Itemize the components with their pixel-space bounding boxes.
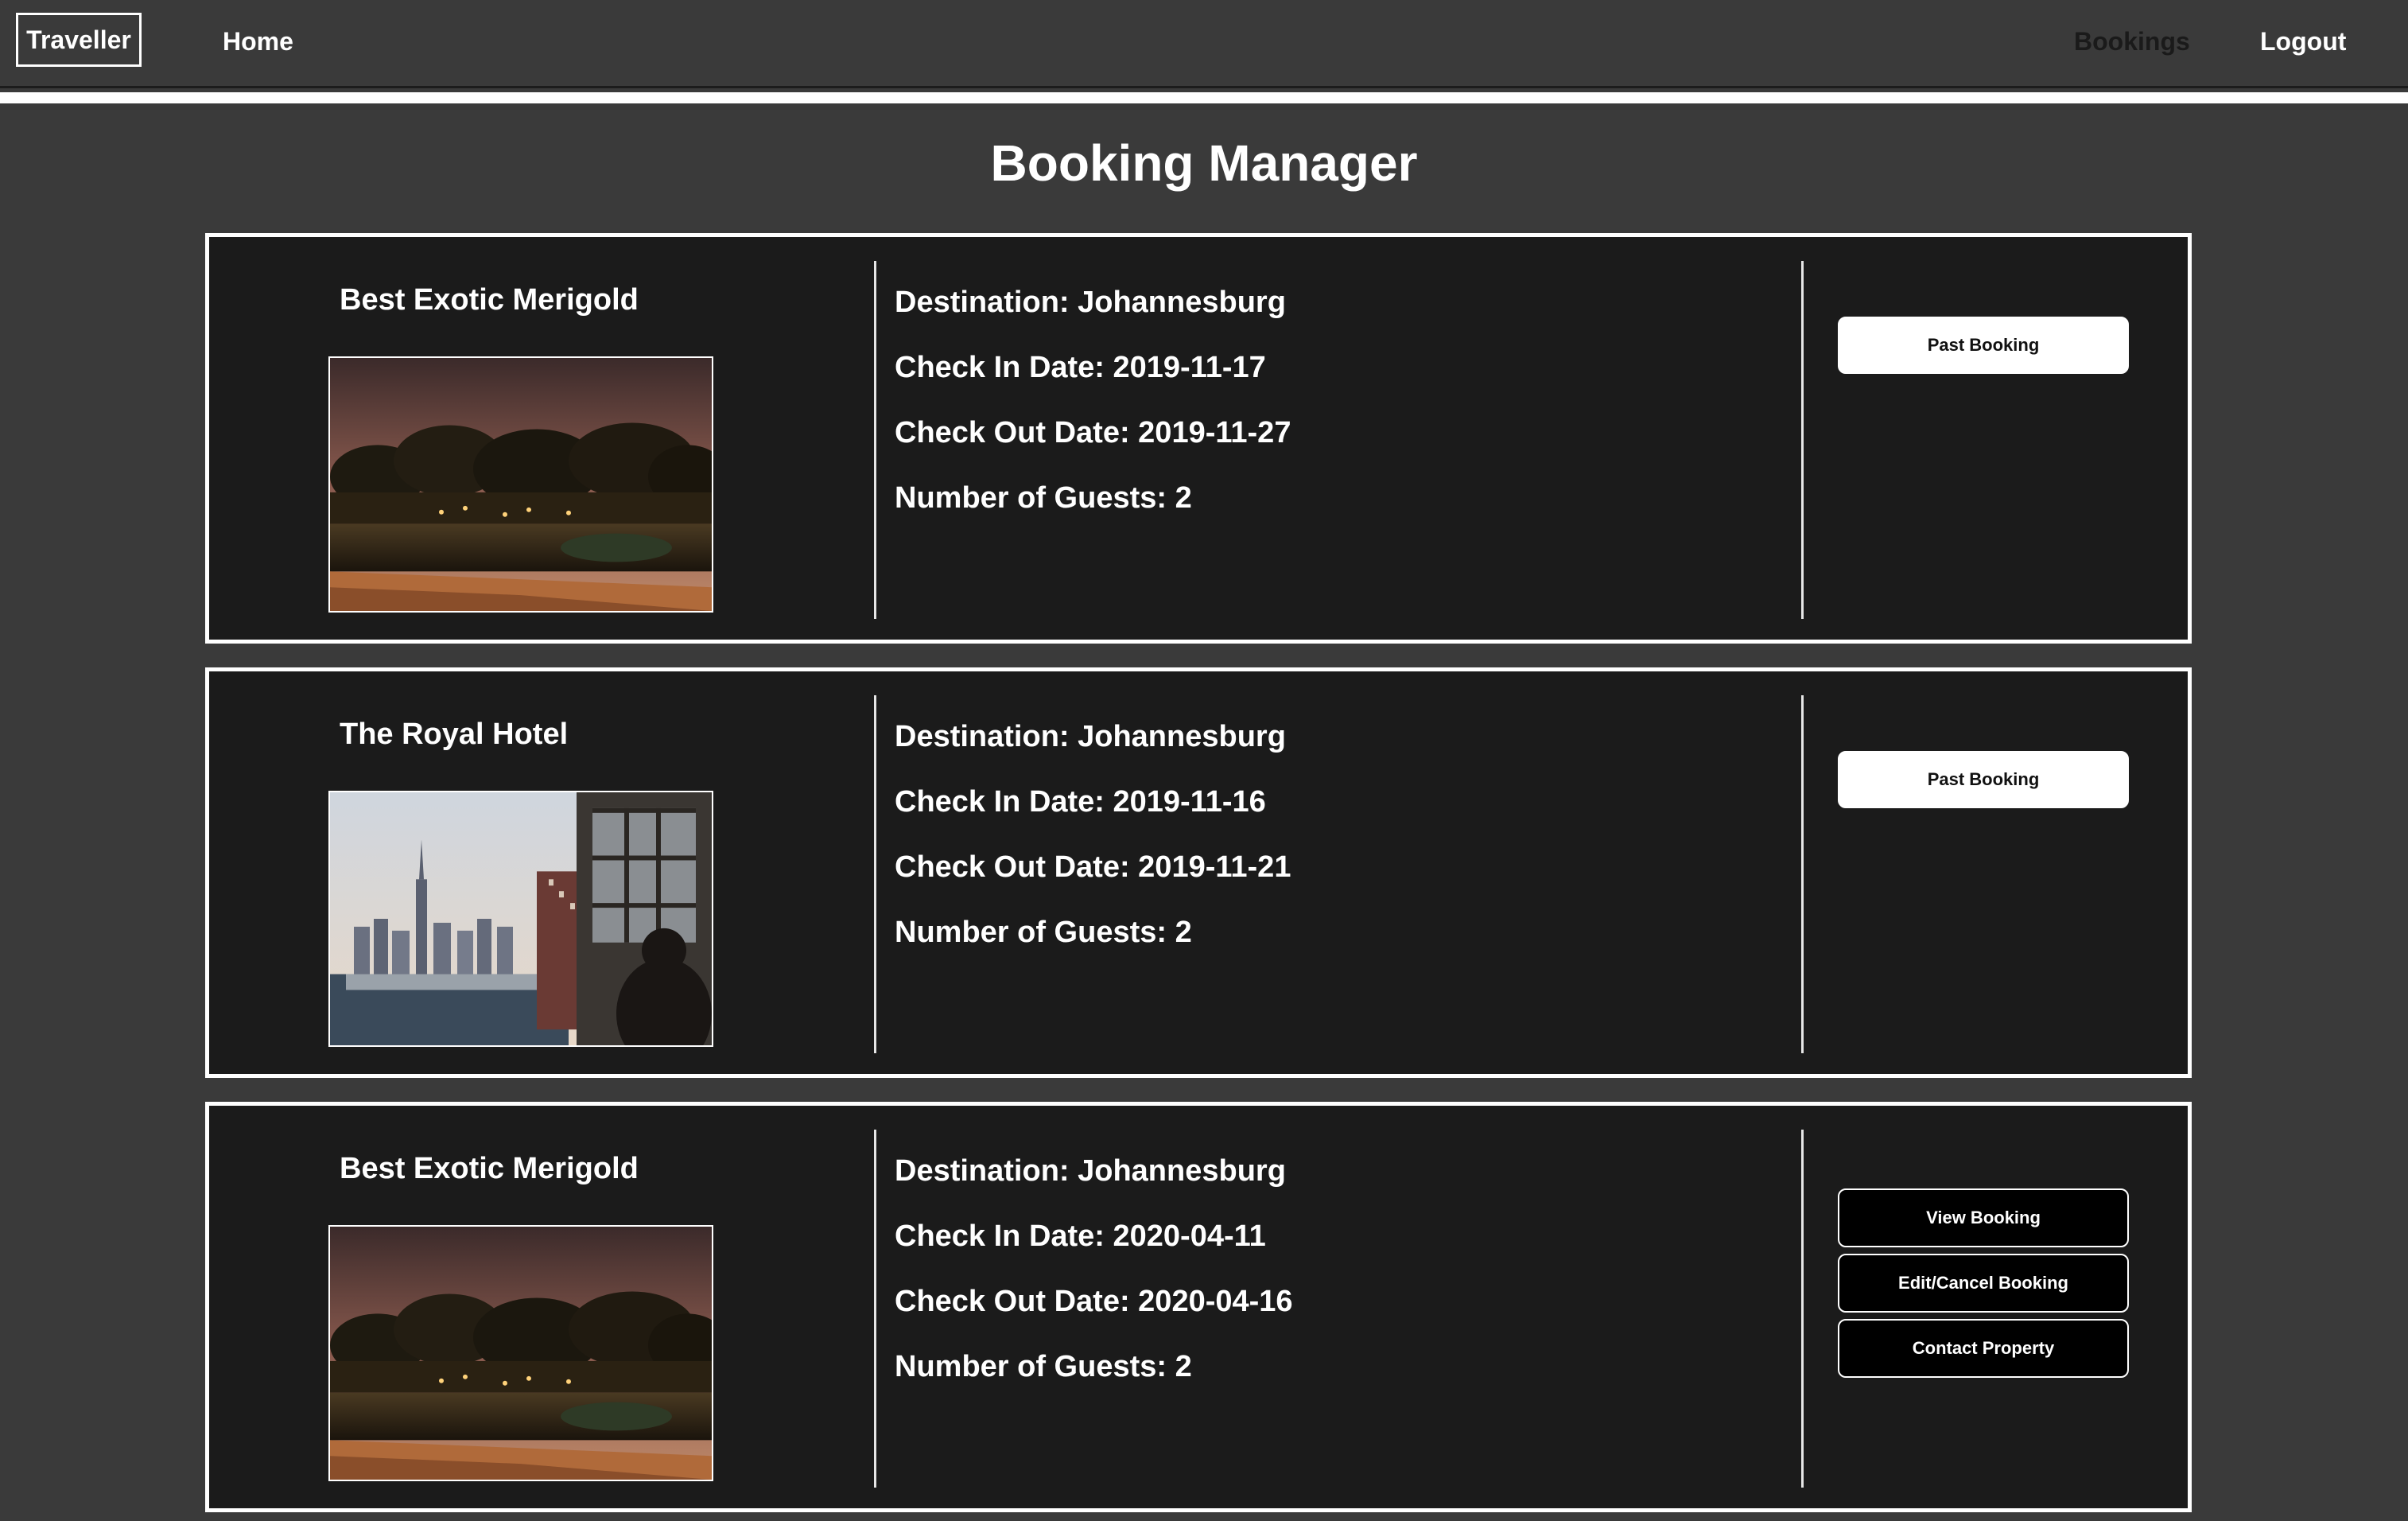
booking-actions: View Booking Edit/Cancel Booking Contact… — [1838, 1188, 2129, 1384]
booking-details: Destination: Johannesburg Check In Date:… — [895, 1152, 1293, 1413]
guests-text: Number of Guests: 2 — [895, 1350, 1192, 1383]
hotel-name: Best Exotic Merigold — [340, 283, 639, 317]
column-divider — [1801, 1130, 1804, 1488]
booking-details: Destination: Johannesburg Check In Date:… — [895, 718, 1291, 978]
booking-details: Destination: Johannesburg Check In Date:… — [895, 283, 1291, 544]
column-divider — [1801, 261, 1804, 619]
destination-text: Destination: Johannesburg — [895, 720, 1286, 753]
booking-actions: Past Booking — [1838, 751, 2129, 815]
page-title: Booking Manager — [990, 134, 1418, 192]
nav-logout-link[interactable]: Logout — [2260, 22, 2346, 60]
hotel-photo — [328, 356, 713, 613]
booking-card: Best Exotic Merigold Destination: Johann… — [205, 233, 2192, 644]
check-out-text: Check Out Date: 2020-04-16 — [895, 1285, 1293, 1318]
hotel-photo — [328, 1225, 713, 1481]
contact-property-button[interactable]: Contact Property — [1838, 1319, 2129, 1378]
check-in-text: Check In Date: 2020-04-11 — [895, 1220, 1266, 1253]
check-out-text: Check Out Date: 2019-11-27 — [895, 416, 1291, 449]
column-divider — [1801, 695, 1804, 1053]
destination-text: Destination: Johannesburg — [895, 286, 1286, 319]
view-booking-button[interactable]: View Booking — [1838, 1188, 2129, 1247]
booking-card: The Royal Hotel Destination: Johannesbur… — [205, 667, 2192, 1078]
nav-home-link[interactable]: Home — [223, 22, 293, 60]
guests-text: Number of Guests: 2 — [895, 481, 1192, 515]
nav-bookings-link[interactable]: Bookings — [2074, 22, 2190, 60]
check-in-text: Check In Date: 2019-11-16 — [895, 785, 1266, 819]
past-booking-button[interactable]: Past Booking — [1838, 317, 2129, 374]
brand-logo-link[interactable]: Traveller — [16, 13, 142, 67]
hotel-name: The Royal Hotel — [340, 718, 569, 751]
hotel-name: Best Exotic Merigold — [340, 1152, 639, 1185]
edit-cancel-booking-button[interactable]: Edit/Cancel Booking — [1838, 1254, 2129, 1313]
column-divider — [874, 695, 876, 1053]
hotel-photo — [328, 791, 713, 1047]
check-out-text: Check Out Date: 2019-11-21 — [895, 850, 1291, 884]
header-divider — [0, 92, 2408, 103]
booking-card: Best Exotic Merigold Destination: Johann… — [205, 1102, 2192, 1512]
column-divider — [874, 261, 876, 619]
destination-text: Destination: Johannesburg — [895, 1154, 1286, 1188]
booking-actions: Past Booking — [1838, 317, 2129, 380]
guests-text: Number of Guests: 2 — [895, 916, 1192, 949]
past-booking-button[interactable]: Past Booking — [1838, 751, 2129, 808]
top-navbar: Traveller Home Bookings Logout — [0, 0, 2408, 88]
column-divider — [874, 1130, 876, 1488]
check-in-text: Check In Date: 2019-11-17 — [895, 351, 1266, 384]
